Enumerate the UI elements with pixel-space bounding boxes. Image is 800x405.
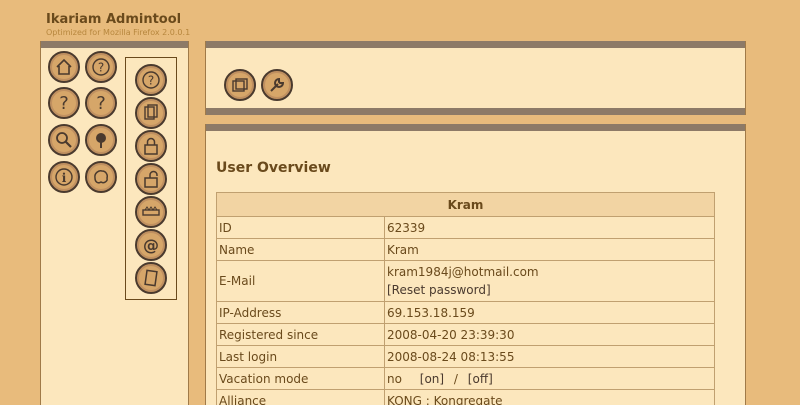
documents-icon[interactable] — [135, 97, 167, 129]
table-row: Last login 2008-08-24 08:13:55 — [216, 345, 715, 368]
row-label: ID — [216, 216, 385, 239]
table-row: ID 62339 — [216, 216, 715, 239]
row-value-cell: no [on] / [off] — [384, 367, 715, 390]
row-value[interactable]: KONG : Kongregate — [384, 389, 715, 405]
folders-icon[interactable] — [224, 69, 256, 101]
info-icon[interactable]: i — [48, 161, 80, 193]
help-icon[interactable]: ? — [48, 87, 80, 119]
row-value: 62339 — [384, 216, 715, 239]
toolbar-panel — [205, 41, 746, 115]
panel-bar — [206, 108, 745, 115]
section-title: User Overview — [216, 160, 331, 176]
sub-menu: ? @ — [125, 57, 177, 300]
reset-password-link[interactable]: [Reset password] — [387, 283, 712, 297]
row-label: Alliance — [216, 389, 385, 405]
main-panel: User Overview Kram ID 62339 Name Kram E-… — [205, 124, 746, 405]
help-icon[interactable]: ? — [85, 87, 117, 119]
app-title: Ikariam Admintool — [46, 12, 182, 27]
svg-text:?: ? — [96, 93, 106, 113]
help-icon[interactable]: ? — [85, 51, 117, 83]
table-row: IP-Address 69.153.18.159 — [216, 301, 715, 324]
row-value: 2008-04-20 23:39:30 — [384, 323, 715, 346]
row-value: 2008-08-24 08:13:55 — [384, 345, 715, 368]
notes-icon[interactable] — [135, 262, 167, 294]
table-row: E-Mail kram1984j@hotmail.com [Reset pass… — [216, 260, 715, 302]
help-icon[interactable]: ? — [135, 64, 167, 96]
lock-icon[interactable] — [135, 130, 167, 162]
header: Ikariam Admintool Optimized for Mozilla … — [46, 12, 190, 37]
row-label: Last login — [216, 345, 385, 368]
table-header-row: Kram — [216, 192, 715, 217]
panel-bar — [206, 41, 745, 48]
svg-text:@: @ — [143, 236, 159, 255]
wrench-icon[interactable] — [261, 69, 293, 101]
row-value-cell: kram1984j@hotmail.com [Reset password] — [384, 260, 715, 302]
email-value: kram1984j@hotmail.com — [387, 265, 539, 279]
app-subtitle: Optimized for Mozilla Firefox 2.0.0.1 — [46, 28, 191, 37]
row-value: 69.153.18.159 — [384, 301, 715, 324]
row-value: Kram — [384, 238, 715, 261]
bar-icon[interactable] — [135, 196, 167, 228]
table-row: Registered since 2008-04-20 23:39:30 — [216, 323, 715, 346]
table-row: Name Kram — [216, 238, 715, 261]
row-label: E-Mail — [216, 260, 385, 302]
vacation-value: no — [387, 371, 402, 386]
panel-bar — [41, 41, 188, 48]
svg-text:i: i — [62, 171, 67, 185]
row-label: Vacation mode — [216, 367, 385, 390]
home-icon[interactable] — [48, 51, 80, 83]
vacation-off-link[interactable]: [off] — [468, 372, 493, 386]
search-icon[interactable] — [48, 124, 80, 156]
table-header: Kram — [216, 192, 715, 217]
row-label: IP-Address — [216, 301, 385, 324]
table-row: Alliance KONG : Kongregate — [216, 389, 715, 405]
world-icon[interactable] — [85, 161, 117, 193]
row-label: Registered since — [216, 323, 385, 346]
svg-text:?: ? — [98, 61, 104, 75]
svg-text:?: ? — [59, 93, 69, 113]
svg-text:?: ? — [148, 74, 154, 88]
panel-bar — [206, 124, 745, 131]
separator: / — [453, 371, 458, 386]
unlock-icon[interactable] — [135, 163, 167, 195]
table-row: Vacation mode no [on] / [off] — [216, 367, 715, 390]
row-label: Name — [216, 238, 385, 261]
user-overview-table: Kram ID 62339 Name Kram E-Mail kram1984j… — [216, 192, 715, 405]
at-icon[interactable]: @ — [135, 229, 167, 261]
left-nav-panel: ? ? ? i ? @ — [40, 41, 189, 405]
pin-icon[interactable] — [85, 124, 117, 156]
vacation-on-link[interactable]: [on] — [420, 372, 444, 386]
